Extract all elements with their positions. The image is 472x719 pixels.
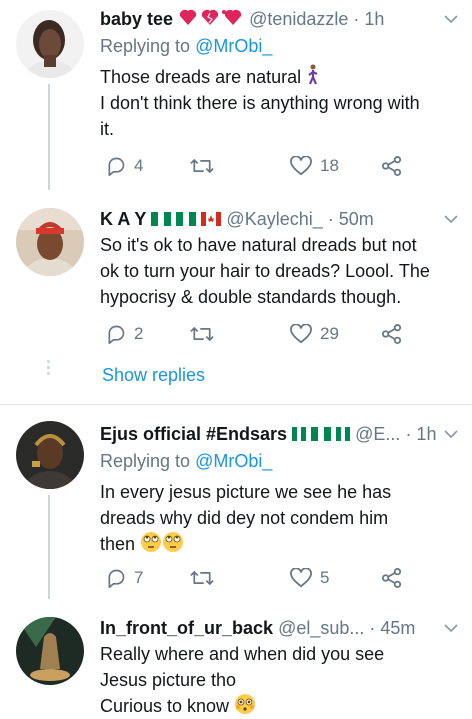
flag-canada-icon (201, 207, 222, 233)
tweet-actions: 4 18 (100, 153, 410, 179)
thread-line (48, 84, 50, 190)
like-button[interactable]: 18 (290, 153, 339, 179)
flag-nigeria-icon (176, 207, 197, 233)
chevron-down-icon[interactable] (444, 12, 458, 26)
avatar[interactable] (16, 617, 84, 685)
like-button[interactable]: 5 (290, 565, 329, 591)
reply-icon (108, 157, 125, 176)
tweet-2[interactable]: K A Y @Kaylechi_ · 50m So it's ok to hav… (0, 190, 472, 399)
thread-line (48, 495, 50, 599)
tweet-header: K A Y @Kaylechi_ · 50m (100, 206, 462, 232)
share-button[interactable] (382, 565, 402, 591)
like-button[interactable]: 29 (290, 321, 339, 347)
like-icon (290, 156, 312, 176)
timestamp[interactable]: · 50m (328, 209, 374, 229)
tweet-header: In_front_of_ur_back @el_sub... · 45m (100, 615, 462, 641)
flag-nigeria-icon (151, 207, 172, 233)
replying-to: Replying to @MrObi_ (100, 451, 273, 471)
tweet-header: Ejus official #Endsars @E... · 1h (100, 421, 462, 447)
like-icon (290, 568, 312, 588)
avatar[interactable] (16, 208, 84, 276)
tweet-actions: 2 29 (100, 321, 410, 347)
retweet-button[interactable] (190, 153, 214, 179)
thread-dots (47, 360, 51, 378)
avatar[interactable] (16, 10, 84, 78)
share-icon (382, 568, 402, 588)
retweet-button[interactable] (190, 565, 214, 591)
chevron-down-icon[interactable] (444, 427, 458, 441)
tweet-text: Really where and when did you see Jesus … (100, 644, 385, 716)
timestamp[interactable]: · 1h (405, 424, 436, 444)
share-icon (382, 324, 402, 344)
tweet-text: Those dreads are natural I don't think t… (100, 64, 460, 142)
retweet-icon (190, 159, 214, 173)
tweet-actions: 7 5 (100, 565, 410, 591)
retweet-button[interactable] (190, 321, 214, 347)
mention-link[interactable]: @MrObi_ (195, 451, 272, 471)
display-name[interactable]: Ejus official #Endsars (100, 424, 287, 444)
flag-nigeria-icon (336, 422, 351, 448)
chevron-down-icon[interactable] (444, 621, 458, 635)
display-name[interactable]: K A Y (100, 209, 146, 229)
reply-button[interactable]: 2 (106, 321, 143, 347)
flag-nigeria-icon (311, 422, 332, 448)
share-button[interactable] (382, 153, 402, 179)
handle[interactable]: @tenidazzle (249, 9, 348, 29)
walking-emoji-icon (308, 64, 318, 85)
tweet-3[interactable]: Ejus official #Endsars @E... · 1h Replyi… (0, 405, 472, 599)
handle[interactable]: @E... (355, 424, 400, 444)
avatar[interactable] (16, 421, 84, 489)
eye-roll-emoji-icon (141, 532, 162, 552)
display-name[interactable]: baby tee (100, 9, 173, 29)
tweet-header: baby tee @tenidazzle · 1h (100, 6, 462, 32)
reply-icon (108, 325, 125, 344)
display-name[interactable]: In_front_of_ur_back (100, 618, 273, 638)
heart-emoji-icon (178, 7, 244, 34)
tweet-text: So it's ok to have natural dreads but no… (100, 235, 430, 307)
share-button[interactable] (382, 321, 402, 347)
show-replies-link[interactable]: Show replies (102, 362, 205, 388)
tweet-4[interactable]: In_front_of_ur_back @el_sub... · 45m Rea… (0, 599, 472, 719)
reply-button[interactable]: 7 (106, 565, 143, 591)
flag-nigeria-icon (292, 422, 307, 448)
mention-link[interactable]: @MrObi_ (195, 36, 272, 56)
tweet-text: In every jesus picture we see he has dre… (100, 482, 392, 554)
chevron-down-icon[interactable] (444, 212, 458, 226)
reply-icon (108, 569, 125, 588)
timestamp[interactable]: · 45m (369, 618, 415, 638)
retweet-icon (190, 327, 214, 341)
reply-button[interactable]: 4 (106, 153, 143, 179)
handle[interactable]: @el_sub... (278, 618, 364, 638)
tweet-1[interactable]: baby tee @tenidazzle · 1h Replying to @M… (0, 0, 472, 190)
flushed-emoji-icon (235, 694, 256, 714)
like-icon (290, 324, 312, 344)
timestamp[interactable]: · 1h (353, 9, 384, 29)
handle[interactable]: @Kaylechi_ (226, 209, 322, 229)
retweet-icon (190, 571, 214, 585)
share-icon (382, 156, 402, 176)
replying-to: Replying to @MrObi_ (100, 36, 273, 56)
eye-roll-emoji-icon (163, 532, 184, 552)
